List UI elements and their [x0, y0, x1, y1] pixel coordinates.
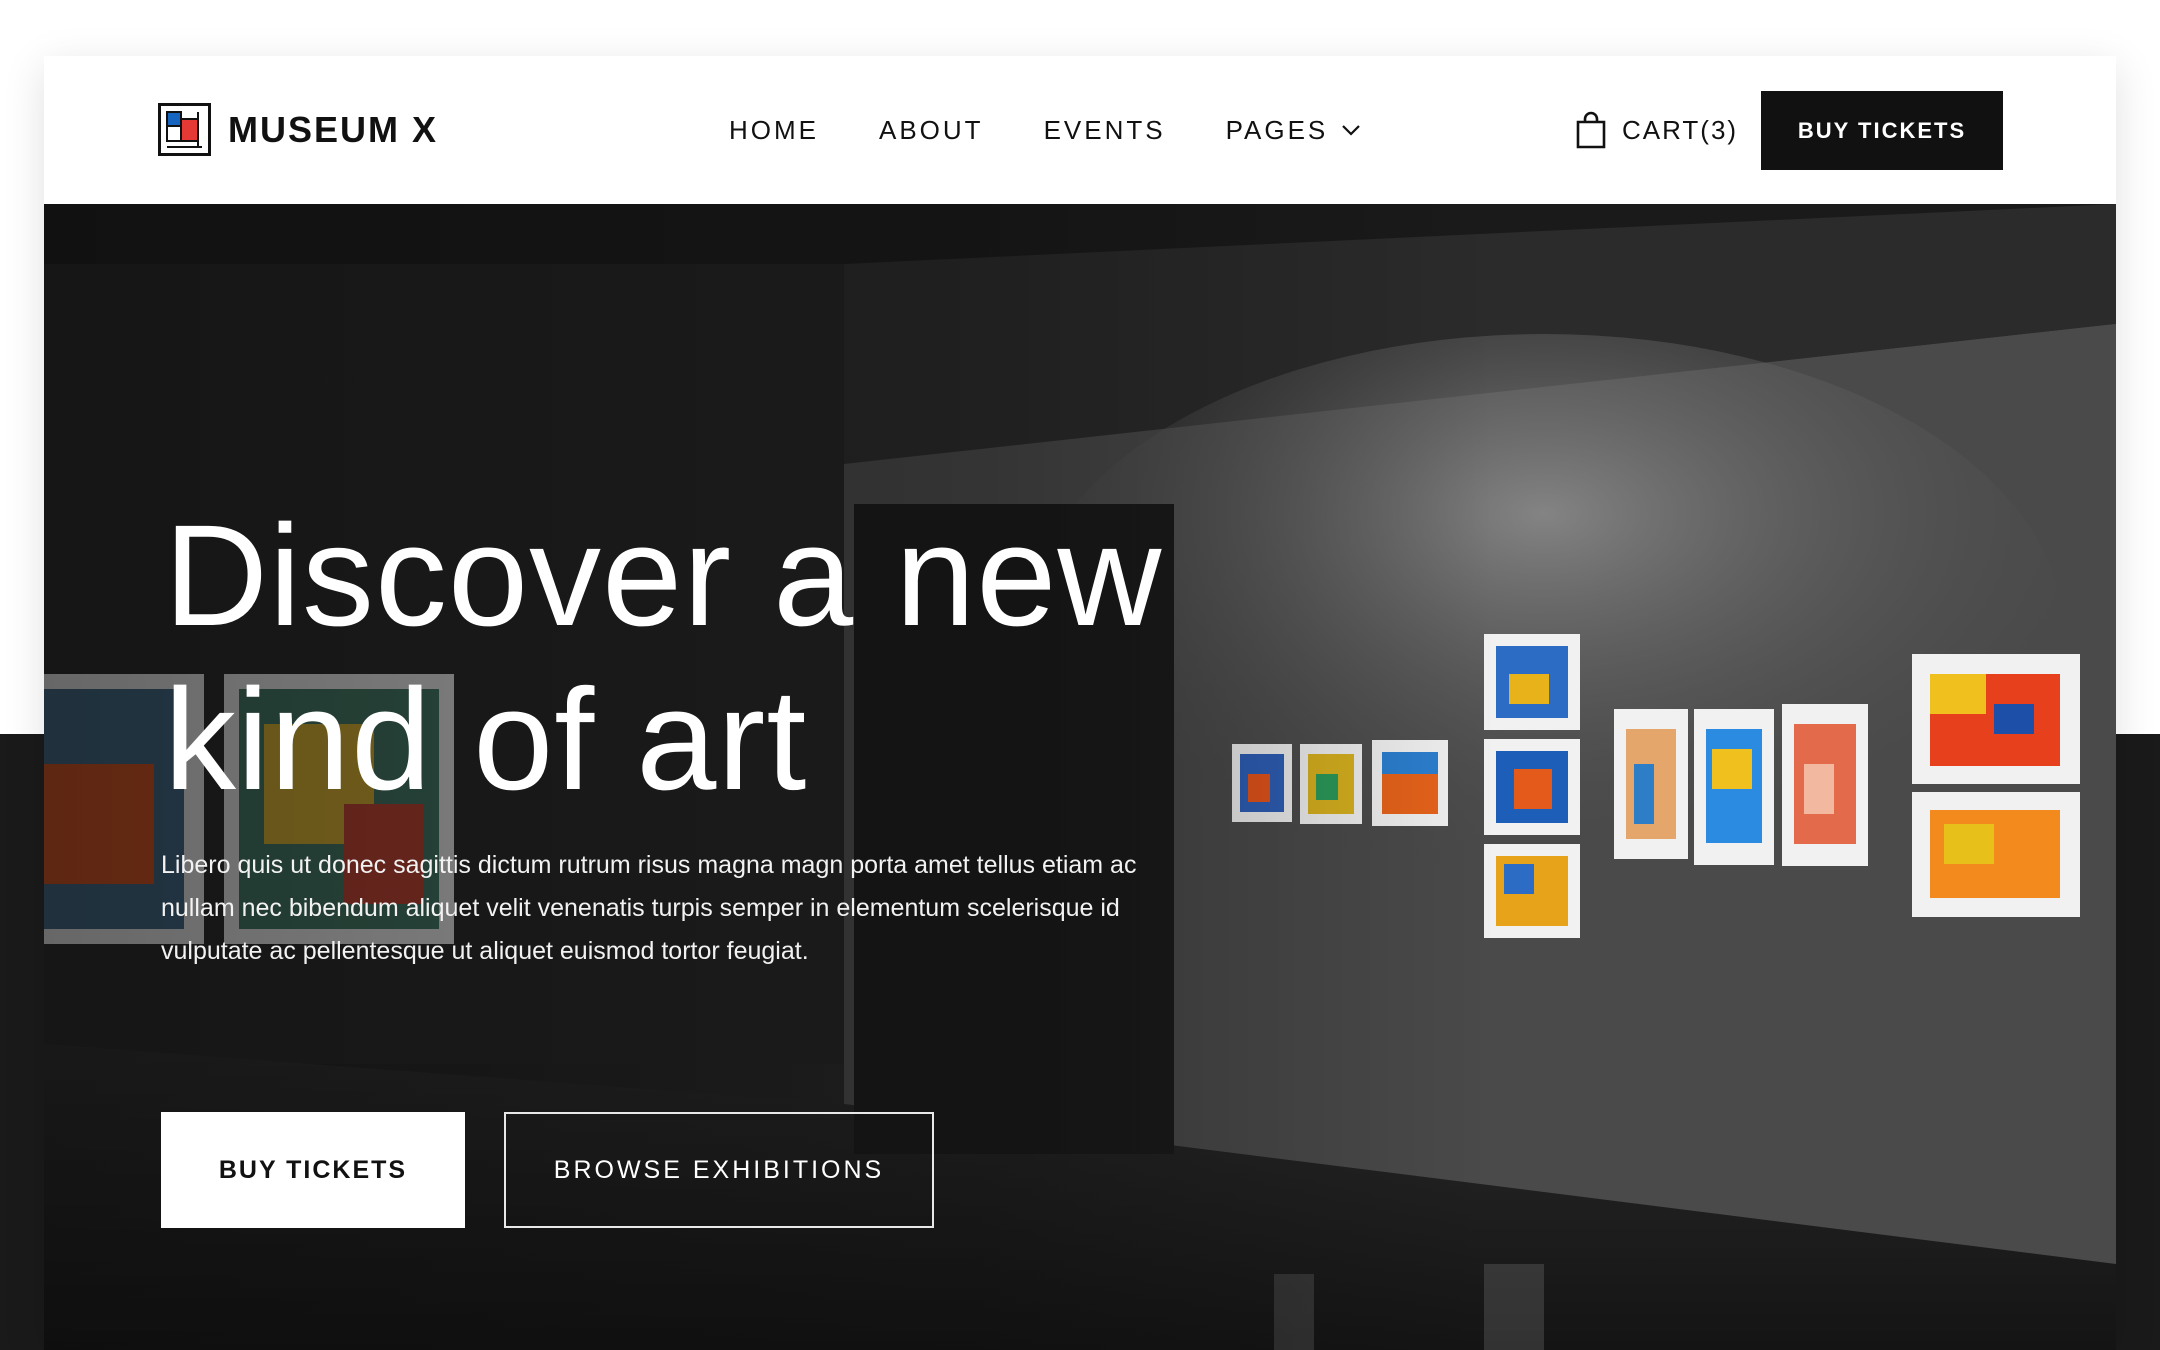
nav-events[interactable]: EVENTS [1044, 115, 1166, 146]
nav-home[interactable]: HOME [729, 115, 819, 146]
nav-pages[interactable]: PAGES [1226, 115, 1363, 146]
hero-headline: Discover a new kind of art [164, 494, 1364, 822]
hero-headline-line2: kind of art [164, 659, 808, 820]
hero-description: Libero quis ut donec sagittis dictum rut… [161, 851, 1137, 965]
shopping-bag-icon [1576, 111, 1606, 149]
hero-section: Discover a new kind of art Libero quis u… [44, 204, 2116, 1350]
museum-logo-icon [158, 103, 211, 156]
nav-pages-label: PAGES [1225, 114, 1329, 145]
cart-label: CART(3) [1622, 114, 1739, 145]
hero-headline-line1: Discover a new [164, 495, 1163, 656]
main-menu: HOME ABOUT EVENTS PAGES [729, 56, 1362, 204]
cart-link[interactable]: CART(3) [1574, 56, 1738, 204]
browse-exhibitions-button[interactable]: BROWSE EXHIBITIONS [504, 1112, 934, 1228]
brand-name: MUSEUM X [228, 108, 439, 150]
nav-buy-tickets-button[interactable]: BUY TICKETS [1761, 91, 2003, 170]
website-frame: MUSEUM X HOME ABOUT EVENTS PAGES CART(3)… [44, 56, 2116, 1350]
hero-buy-tickets-button[interactable]: BUY TICKETS [161, 1112, 465, 1228]
nav-about[interactable]: ABOUT [879, 115, 984, 146]
chevron-down-icon [1342, 125, 1361, 136]
top-navigation: MUSEUM X HOME ABOUT EVENTS PAGES CART(3)… [44, 56, 2116, 204]
logo[interactable]: MUSEUM X [158, 103, 438, 156]
